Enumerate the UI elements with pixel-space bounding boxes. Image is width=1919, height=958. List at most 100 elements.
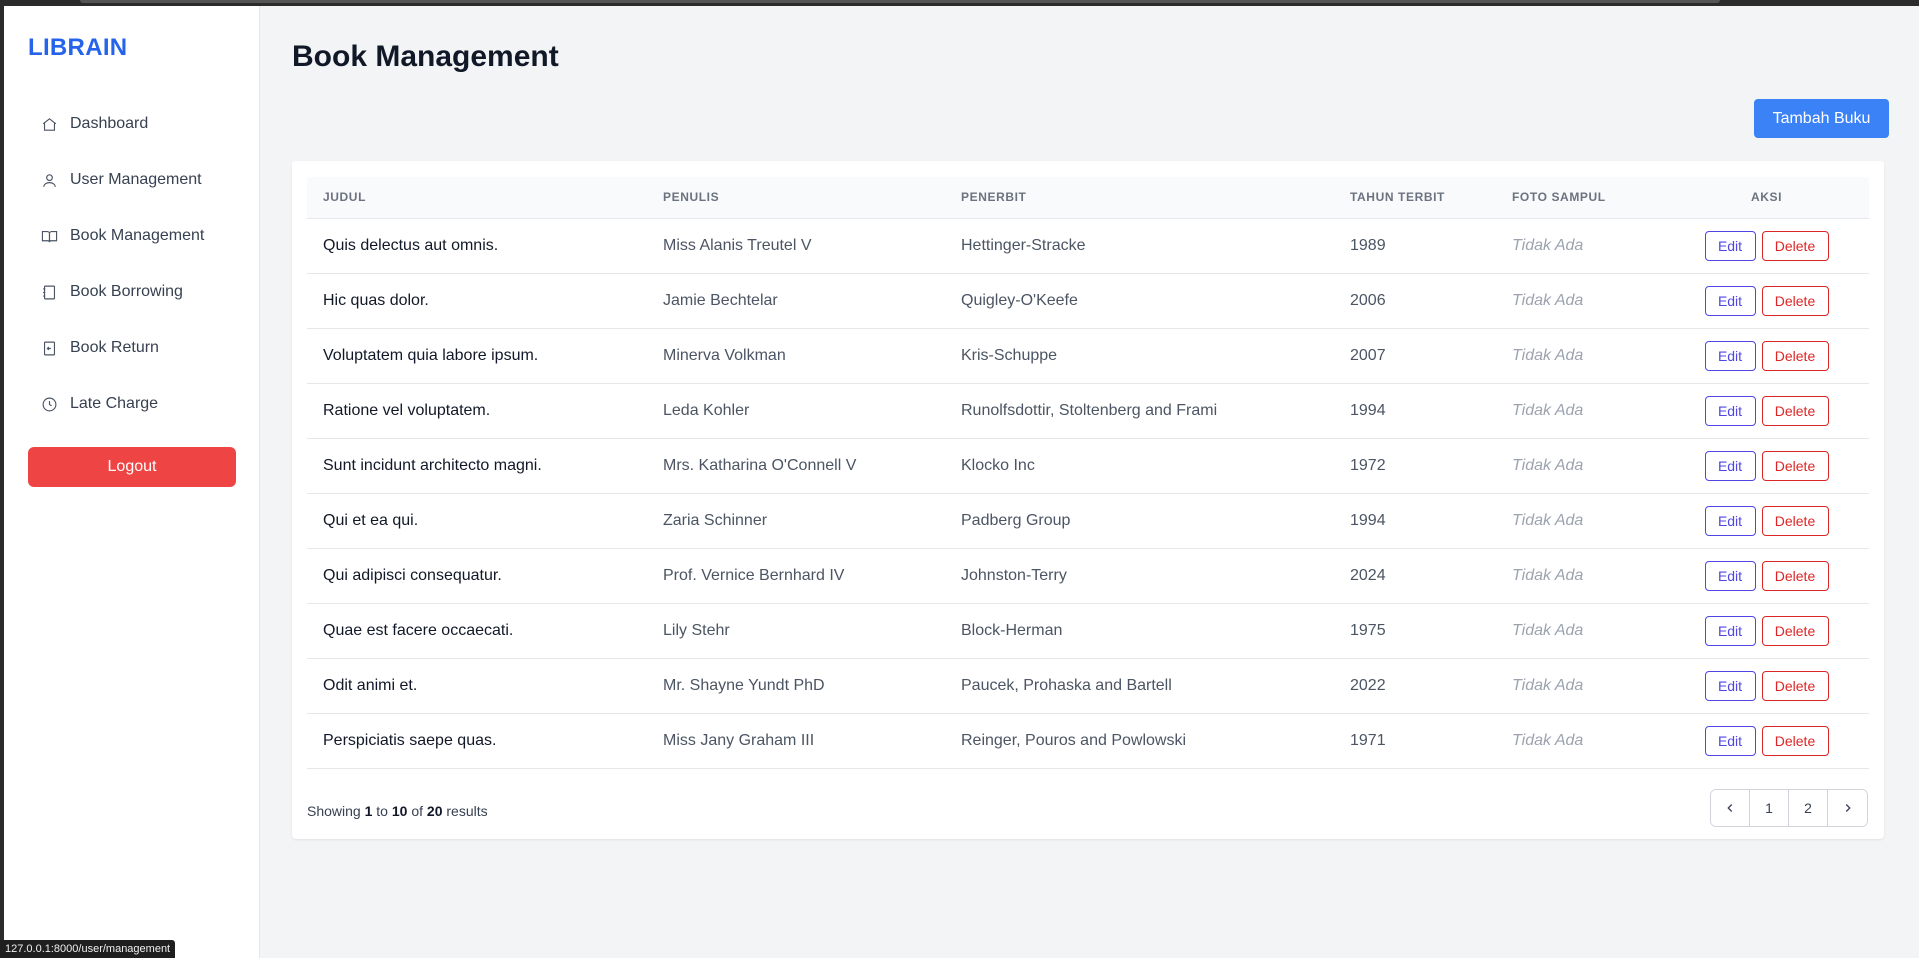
sidebar-item-book-borrowing[interactable]: Book Borrowing (28, 264, 236, 320)
edit-button[interactable]: Edit (1704, 615, 1756, 646)
cell-penerbit: Paucek, Prohaska and Bartell (961, 676, 1172, 694)
home-icon (40, 115, 58, 133)
cell-penulis: Jamie Bechtelar (663, 291, 778, 309)
cell-penulis: Zaria Schinner (663, 511, 768, 529)
results-word: results (446, 803, 488, 819)
of-word: of (411, 803, 424, 819)
delete-button[interactable]: Delete (1761, 670, 1829, 701)
sidebar-item-book-management[interactable]: Book Management (28, 208, 236, 264)
cell-judul: Qui adipisci consequatur. (323, 566, 502, 584)
pagination: 1 2 (1710, 789, 1868, 827)
edit-button[interactable]: Edit (1704, 560, 1756, 591)
edit-button[interactable]: Edit (1704, 285, 1756, 316)
page-button-1[interactable]: 1 (1750, 790, 1789, 826)
edit-button[interactable]: Edit (1704, 725, 1756, 756)
delete-button[interactable]: Delete (1761, 505, 1829, 536)
table-row: Qui adipisci consequatur. Prof. Vernice … (307, 548, 1869, 603)
cell-penerbit: Runolfsdottir, Stoltenberg and Frami (961, 401, 1218, 419)
sidebar: LIBRAIN Dashboard User Management Book M… (4, 6, 260, 958)
delete-button[interactable]: Delete (1761, 725, 1829, 756)
cell-foto-sampul: Tidak Ada (1512, 456, 1584, 474)
cell-foto-sampul: Tidak Ada (1512, 621, 1584, 639)
logout-button[interactable]: Logout (28, 447, 236, 487)
table-row: Ratione vel voluptatem. Leda Kohler Runo… (307, 383, 1869, 438)
cell-judul: Sunt incidunt architecto magni. (323, 456, 542, 474)
browser-top-strip (80, 0, 1720, 3)
cell-tahun-terbit: 1971 (1350, 731, 1386, 749)
delete-button[interactable]: Delete (1761, 450, 1829, 481)
previous-page-button[interactable] (1711, 790, 1750, 826)
delete-button[interactable]: Delete (1761, 395, 1829, 426)
add-book-button[interactable]: Tambah Buku (1754, 99, 1889, 138)
chevron-right-icon (1845, 804, 1851, 812)
column-header-tahun-terbit: TAHUN TERBIT (1334, 177, 1496, 219)
sidebar-item-user-management[interactable]: User Management (28, 152, 236, 208)
books-table: JUDUL PENULIS PENERBIT TAHUN TERBIT FOTO… (307, 177, 1869, 769)
cell-tahun-terbit: 1989 (1350, 236, 1386, 254)
sidebar-item-label: User Management (70, 171, 202, 188)
brand-logo[interactable]: LIBRAIN (28, 34, 127, 62)
table-row: Quae est facere occaecati. Lily Stehr Bl… (307, 603, 1869, 658)
sidebar-item-label: Book Return (70, 339, 159, 356)
edit-button[interactable]: Edit (1704, 450, 1756, 481)
cell-penerbit: Hettinger-Stracke (961, 236, 1086, 254)
edit-button[interactable]: Edit (1704, 670, 1756, 701)
cell-judul: Quae est facere occaecati. (323, 621, 514, 639)
delete-button[interactable]: Delete (1761, 285, 1829, 316)
cell-foto-sampul: Tidak Ada (1512, 346, 1584, 364)
cell-aksi: Edit Delete (1664, 493, 1869, 548)
cell-penulis: Mrs. Katharina O'Connell V (663, 456, 857, 474)
delete-button[interactable]: Delete (1761, 230, 1829, 261)
cell-penerbit: Reinger, Pouros and Powlowski (961, 731, 1187, 749)
cell-tahun-terbit: 1975 (1350, 621, 1386, 639)
edit-button[interactable]: Edit (1704, 340, 1756, 371)
cell-penerbit: Johnston-Terry (961, 566, 1067, 584)
page-button-2[interactable]: 2 (1789, 790, 1828, 826)
column-header-aksi: AKSI (1664, 177, 1869, 219)
sidebar-item-dashboard[interactable]: Dashboard (28, 96, 236, 152)
cell-penulis: Miss Jany Graham III (663, 731, 815, 749)
next-page-button[interactable] (1828, 790, 1867, 826)
cell-foto-sampul: Tidak Ada (1512, 236, 1584, 254)
cell-judul: Voluptatem quia labore ipsum. (323, 346, 539, 364)
cell-aksi: Edit Delete (1664, 273, 1869, 328)
table-row: Qui et ea qui. Zaria Schinner Padberg Gr… (307, 493, 1869, 548)
table-row: Voluptatem quia labore ipsum. Minerva Vo… (307, 328, 1869, 383)
cell-penulis: Prof. Vernice Bernhard IV (663, 566, 845, 584)
edit-button[interactable]: Edit (1704, 505, 1756, 536)
delete-button[interactable]: Delete (1761, 340, 1829, 371)
cell-judul: Odit animi et. (323, 676, 418, 694)
cell-aksi: Edit Delete (1664, 603, 1869, 658)
cell-tahun-terbit: 1994 (1350, 401, 1386, 419)
cell-foto-sampul: Tidak Ada (1512, 676, 1584, 694)
results-summary: Showing 1 to 10 of 20 results (307, 803, 488, 819)
sidebar-item-late-charge[interactable]: Late Charge (28, 376, 236, 432)
cell-judul: Perspiciatis saepe quas. (323, 731, 497, 749)
sidebar-item-label: Book Borrowing (70, 283, 183, 300)
browser-status-url: 127.0.0.1:8000/user/management (0, 940, 176, 958)
cell-judul: Quis delectus aut omnis. (323, 236, 499, 254)
cell-penerbit: Kris-Schuppe (961, 346, 1058, 364)
main-content: Book Management Tambah Buku JUDUL PENULI… (260, 6, 1919, 958)
cell-tahun-terbit: 1994 (1350, 511, 1386, 529)
cell-aksi: Edit Delete (1664, 548, 1869, 603)
cell-penerbit: Quigley-O'Keefe (961, 291, 1078, 309)
column-header-penerbit: PENERBIT (945, 177, 1334, 219)
cell-penerbit: Block-Herman (961, 621, 1063, 639)
cell-aksi: Edit Delete (1664, 438, 1869, 493)
table-row: Odit animi et. Mr. Shayne Yundt PhD Pauc… (307, 658, 1869, 713)
app-window: LIBRAIN Dashboard User Management Book M… (4, 6, 1919, 958)
sidebar-item-book-return[interactable]: Book Return (28, 320, 236, 376)
book-open-icon (40, 227, 58, 245)
cell-aksi: Edit Delete (1664, 713, 1869, 768)
delete-button[interactable]: Delete (1761, 560, 1829, 591)
chevron-left-icon (1727, 804, 1733, 812)
cell-penerbit: Klocko Inc (961, 456, 1035, 474)
edit-button[interactable]: Edit (1704, 230, 1756, 261)
cell-tahun-terbit: 2022 (1350, 676, 1386, 694)
cell-aksi: Edit Delete (1664, 218, 1869, 273)
edit-button[interactable]: Edit (1704, 395, 1756, 426)
cell-judul: Qui et ea qui. (323, 511, 419, 529)
user-icon (40, 171, 58, 189)
delete-button[interactable]: Delete (1761, 615, 1829, 646)
